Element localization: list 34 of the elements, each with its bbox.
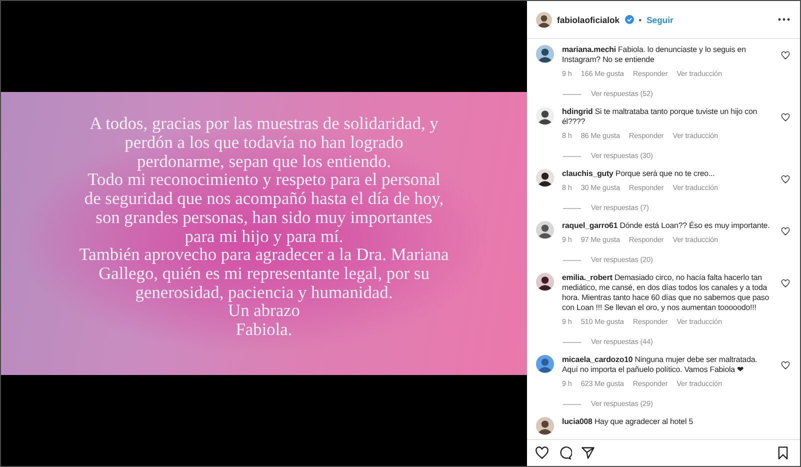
like-heart-icon[interactable] [781, 51, 790, 60]
message-line: También aprovecho para agradecer a la Dra. Mariana [79, 245, 449, 264]
message-line: generosidad, paciencia y humanidad. [135, 282, 393, 302]
message-line: A todos, gracias por las muestras de solidaridad, y [90, 114, 438, 133]
separator-dot: • [638, 14, 642, 24]
message-line: para mi hijo y para mí. [184, 226, 344, 246]
avatar[interactable] [536, 45, 554, 63]
avatar[interactable] [536, 355, 554, 373]
like-heart-icon[interactable] [781, 279, 790, 288]
avatar[interactable] [536, 107, 554, 125]
like-heart-icon[interactable] [781, 113, 790, 122]
like-heart-icon[interactable] [781, 175, 790, 184]
message-line: Fabiola. [236, 320, 292, 339]
message-line: Un abrazo [228, 301, 300, 320]
message-line: perdón a los que todavía no han logrado [124, 132, 404, 152]
avatar[interactable] [536, 169, 554, 187]
avatar[interactable] [536, 273, 554, 291]
like-heart-icon[interactable] [781, 361, 790, 370]
message-line: de seguridad que nos acompañó hasta el día de hoy, [84, 189, 444, 208]
avatar[interactable] [536, 221, 554, 239]
message-line: perdonarme, sepan que los entiendo. [136, 152, 391, 170]
comment-icon[interactable] [558, 446, 572, 460]
message-line: Todo mi reconocimiento y respeto para el personal [88, 170, 440, 190]
profile-avatar[interactable] [536, 12, 552, 28]
avatar[interactable] [536, 417, 554, 435]
like-heart-icon[interactable] [535, 446, 549, 460]
message-line: Gallego, quién es mi representante legal, por su [98, 264, 430, 283]
follow-link[interactable]: Seguir [646, 14, 674, 24]
bookmark-icon[interactable] [776, 446, 790, 460]
more-options-icon[interactable] [778, 18, 790, 21]
like-heart-icon[interactable] [781, 227, 790, 236]
send-icon[interactable] [581, 446, 595, 460]
username[interactable]: fabiolaoficialok [557, 14, 620, 24]
message-line: son grandes personas, han sido muy importantes [96, 208, 432, 226]
